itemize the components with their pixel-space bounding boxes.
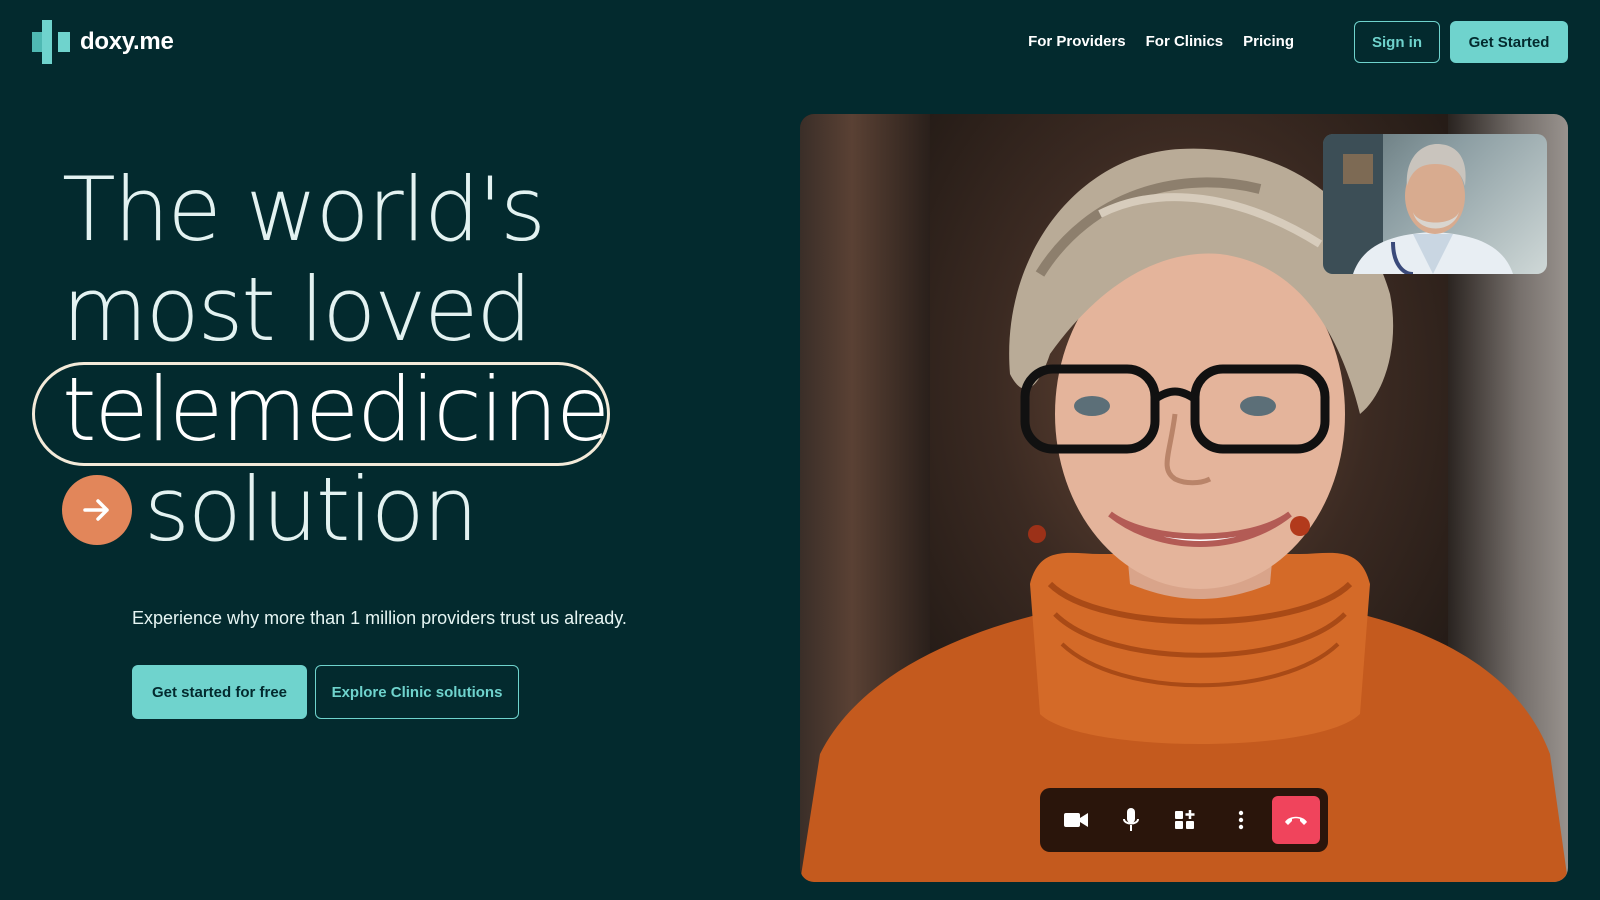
headline-line-1: The world's [62, 158, 546, 261]
microphone-icon[interactable] [1107, 796, 1155, 844]
nav-link-pricing[interactable]: Pricing [1243, 33, 1294, 50]
call-controls-bar [1040, 788, 1328, 852]
doxy-logo[interactable]: doxy.me [32, 20, 174, 64]
highlight-pill-outline [32, 362, 610, 466]
more-options-icon[interactable] [1217, 796, 1265, 844]
arrow-right-icon[interactable] [62, 475, 132, 545]
nav-links: For Providers For Clinics Pricing [1028, 33, 1294, 50]
top-navbar: doxy.me For Providers For Clinics Pricin… [0, 0, 1600, 84]
get-started-button[interactable]: Get Started [1450, 21, 1568, 63]
hero-subtitle: Experience why more than 1 million provi… [132, 608, 627, 628]
doxy-logo-icon [32, 20, 70, 64]
camera-icon[interactable] [1052, 796, 1100, 844]
doctor-video-feed [1323, 134, 1513, 274]
brand-name: doxy.me [80, 28, 174, 55]
explore-clinic-solutions-button[interactable]: Explore Clinic solutions [315, 665, 519, 719]
nav-link-clinics[interactable]: For Clinics [1146, 33, 1224, 50]
end-call-icon[interactable] [1272, 796, 1320, 844]
sign-in-button[interactable]: Sign in [1354, 21, 1440, 63]
hero-headline: The world's most loved telemedicine solu… [32, 158, 610, 560]
headline-line-2: most loved [62, 258, 532, 361]
doctor-video-thumbnail[interactable] [1323, 134, 1547, 274]
headline-line-4-row: solution [62, 460, 608, 560]
add-app-icon[interactable] [1162, 796, 1210, 844]
headline-line-4: solution [144, 458, 478, 561]
video-call-preview [800, 114, 1568, 882]
get-started-free-button[interactable]: Get started for free [132, 665, 307, 719]
nav-link-providers[interactable]: For Providers [1028, 33, 1126, 50]
